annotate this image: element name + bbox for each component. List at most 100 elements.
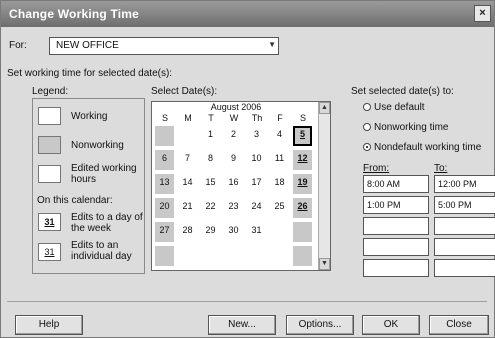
from-time-input[interactable] [363, 259, 429, 277]
title-bar: Change Working Time × [1, 1, 494, 27]
legend-edits-day-line1: Edits to a day of [71, 212, 143, 223]
calendar-date-cell[interactable] [155, 246, 174, 266]
calendar-date-cell[interactable] [247, 246, 266, 266]
calendar-date-cell[interactable]: 2 [224, 126, 243, 146]
calendar-date-cell[interactable]: 24 [247, 198, 266, 218]
footer-divider [7, 301, 487, 302]
calendar-date-cell[interactable]: 13 [155, 174, 174, 194]
calendar-date-cell[interactable] [178, 246, 197, 266]
calendar-scrollbar[interactable]: ▲ ▼ [318, 102, 330, 270]
calendar-date-cell[interactable]: 26 [293, 198, 312, 218]
legend-on-this-calendar: On this calendar: [37, 195, 113, 206]
calendar-date-cell[interactable]: 25 [270, 198, 289, 218]
calendar-date-cell[interactable]: 5 [293, 126, 312, 146]
calendar-grid[interactable]: August 2006 S M T W Th F S 1 2 3 4 5 6 7 8 9 10 11 12 13 14… [151, 101, 331, 271]
legend-edits-day-line2: the week [71, 223, 112, 234]
from-label: From: [363, 163, 390, 174]
calendar-date-cell[interactable] [293, 246, 312, 266]
calendar-date-cell[interactable]: 6 [155, 150, 174, 170]
help-button[interactable]: Help [15, 315, 83, 335]
calendar-date-cell[interactable]: 30 [224, 222, 243, 242]
calendar-date-cell[interactable]: 8 [201, 150, 220, 170]
calendar-date-cell[interactable]: 4 [270, 126, 289, 146]
calendar-date-cell[interactable]: 18 [270, 174, 289, 194]
radio-nondefault[interactable]: Nondefault working time [363, 142, 481, 153]
calendar-date-cell[interactable]: 11 [270, 150, 289, 170]
to-label: To: [434, 163, 448, 174]
calendar-date-cell[interactable]: 1 [201, 126, 220, 146]
calendar-day-header: Th [251, 113, 263, 123]
calendar-date-cell[interactable]: 27 [155, 222, 174, 242]
legend-edits-individual-line1: Edits to an [71, 240, 119, 251]
calendar-date-cell[interactable] [270, 246, 289, 266]
calendar-date-cell[interactable]: 10 [247, 150, 266, 170]
calendar-date-cell[interactable]: 3 [247, 126, 266, 146]
to-time-input[interactable] [434, 238, 495, 256]
radio-nondefault-label: Nondefault working time [374, 142, 482, 153]
dialog-title: Change Working Time [9, 7, 140, 21]
calendar-date-cell[interactable]: 31 [247, 222, 266, 242]
calendar-date-cell[interactable] [293, 222, 312, 242]
from-time-input[interactable] [363, 217, 429, 235]
calendar-date-cell[interactable]: 23 [224, 198, 243, 218]
calendar-date-cell[interactable]: 22 [201, 198, 220, 218]
calendar-date-cell[interactable]: 7 [178, 150, 197, 170]
nonworking-swatch [38, 136, 61, 154]
calendar-date-cell[interactable] [270, 222, 289, 242]
edited-swatch [38, 165, 61, 183]
calendar-date-cell[interactable]: 21 [178, 198, 197, 218]
for-calendar-select[interactable]: NEW OFFICE ▼ [49, 37, 279, 55]
calendar-day-header: S [161, 113, 168, 123]
new-button[interactable]: New... [208, 315, 276, 335]
calendar-date-cell[interactable]: 19 [293, 174, 312, 194]
chevron-down-icon[interactable]: ▼ [268, 40, 276, 49]
set-selected-heading: Set selected date(s) to: [351, 86, 454, 97]
scroll-down-icon[interactable]: ▼ [319, 258, 330, 270]
working-swatch [38, 107, 61, 125]
calendar-date-cell[interactable]: 28 [178, 222, 197, 242]
calendar-date-cell[interactable]: 15 [201, 174, 220, 194]
radio-nonworking[interactable]: Nonworking time [363, 122, 448, 133]
legend-edited-line2: hours [71, 174, 97, 185]
calendar-day-header: T [208, 113, 214, 123]
legend-box: Working Nonworking Edited working hours … [32, 98, 145, 274]
calendar-day-header: S [299, 113, 306, 123]
select-dates-label: Select Date(s): [151, 86, 218, 97]
scroll-up-icon[interactable]: ▲ [319, 102, 330, 114]
for-calendar-value: NEW OFFICE [56, 40, 119, 51]
radio-use-default-label: Use default [374, 102, 425, 113]
to-time-input[interactable]: 5:00 PM [434, 196, 495, 214]
close-button[interactable]: Close [429, 315, 489, 335]
calendar-date-cell[interactable]: 29 [201, 222, 220, 242]
calendar-day-header: M [184, 113, 192, 123]
change-working-time-dialog: Change Working Time × For: NEW OFFICE ▼ … [0, 0, 495, 338]
calendar-date-cell[interactable]: 16 [224, 174, 243, 194]
to-time-input[interactable]: 12:00 PM [434, 175, 495, 193]
calendar-day-header: W [229, 113, 239, 123]
calendar-date-cell[interactable] [155, 126, 174, 146]
calendar-month: August 2006 [210, 102, 262, 112]
calendar-date-cell[interactable]: 20 [155, 198, 174, 218]
calendar-date-cell[interactable]: 9 [224, 150, 243, 170]
ok-button[interactable]: OK [362, 315, 420, 335]
radio-nonworking-label: Nonworking time [374, 122, 449, 133]
calendar-day-header: F [277, 113, 283, 123]
from-time-input[interactable]: 8:00 AM [363, 175, 429, 193]
options-button[interactable]: Options... [286, 315, 354, 335]
legend-nonworking: Nonworking [71, 140, 124, 151]
to-time-input[interactable] [434, 217, 495, 235]
calendar-date-cell[interactable] [201, 246, 220, 266]
legend-edits-individual-line2: individual day [71, 251, 132, 262]
radio-use-default[interactable]: Use default [363, 102, 425, 113]
close-icon[interactable]: × [474, 5, 491, 22]
from-time-input[interactable] [363, 238, 429, 256]
calendar-date-cell[interactable]: 14 [178, 174, 197, 194]
calendar-date-cell[interactable] [178, 126, 197, 146]
radio-selected-icon [363, 143, 371, 151]
to-time-input[interactable] [434, 259, 495, 277]
calendar-date-cell[interactable] [224, 246, 243, 266]
calendar-date-cell[interactable]: 12 [293, 150, 312, 170]
from-time-input[interactable]: 1:00 PM [363, 196, 429, 214]
legend-working: Working [71, 111, 108, 122]
calendar-date-cell[interactable]: 17 [247, 174, 266, 194]
